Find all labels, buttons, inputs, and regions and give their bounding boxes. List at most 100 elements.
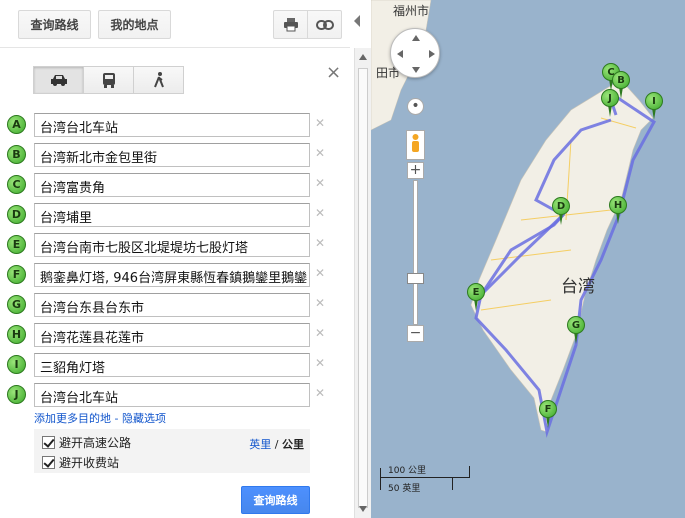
links-separator: - bbox=[111, 412, 122, 425]
waypoint-marker-icon: C bbox=[7, 175, 26, 194]
scale-mi-label: 50 英里 bbox=[388, 484, 421, 494]
waypoint-input[interactable]: 台湾富贵角 bbox=[34, 173, 310, 197]
map-pin-letter: H bbox=[609, 196, 627, 214]
remove-waypoint-icon[interactable]: ✕ bbox=[315, 236, 325, 250]
unit-selector: 英里 / 公里 bbox=[249, 436, 304, 452]
waypoint-input[interactable]: 台湾花莲县花莲市 bbox=[34, 323, 310, 347]
avoid-highways-checkbox[interactable] bbox=[42, 436, 55, 449]
scale-km-label: 100 公里 bbox=[388, 466, 427, 476]
waypoint-input[interactable]: 台湾台南市七股区北堤堤坊七股灯塔 bbox=[34, 233, 310, 257]
scale-bar: 100 公里 50 英里 bbox=[380, 460, 480, 494]
avoid-tolls-checkbox[interactable] bbox=[42, 456, 55, 469]
waypoint-marker-icon: F bbox=[7, 265, 26, 284]
pegman-icon[interactable] bbox=[406, 130, 425, 160]
waypoint-row: H 台湾花莲县花莲市 ✕ bbox=[7, 323, 327, 347]
travel-mode-selector bbox=[33, 66, 184, 94]
pegman-figure-icon bbox=[412, 134, 419, 152]
waypoint-input[interactable]: 鹅銮鼻灯塔, 946台湾屏東縣恆春鎮鵝鑾里鵝鑾 bbox=[34, 263, 310, 287]
avoid-highways-label: 避开高速公路 bbox=[59, 436, 132, 450]
remove-waypoint-icon[interactable]: ✕ bbox=[315, 176, 325, 190]
remove-waypoint-icon[interactable]: ✕ bbox=[315, 386, 325, 400]
map-label-taiwan: 台湾 bbox=[561, 277, 595, 297]
waypoint-row: C 台湾富贵角 ✕ bbox=[7, 173, 327, 197]
waypoint-row: J 台湾台北车站 ✕ bbox=[7, 383, 327, 407]
avoid-highways-option[interactable]: 避开高速公路 bbox=[42, 434, 131, 451]
zoom-in-button[interactable]: + bbox=[407, 162, 424, 179]
remove-waypoint-icon[interactable]: ✕ bbox=[315, 116, 325, 130]
toolbar-divider bbox=[0, 47, 350, 48]
map-pin-letter: F bbox=[539, 400, 557, 418]
pan-arrows-icon bbox=[397, 35, 435, 73]
scroll-down-icon[interactable] bbox=[359, 506, 367, 512]
map-pin-icon[interactable]: I bbox=[645, 92, 663, 120]
mode-walking-button[interactable] bbox=[133, 66, 184, 94]
car-icon bbox=[50, 75, 67, 86]
waypoint-input[interactable]: 台湾埔里 bbox=[34, 203, 310, 227]
scale-line bbox=[380, 477, 470, 478]
map-pin-icon[interactable]: J bbox=[601, 89, 619, 117]
link-button[interactable] bbox=[307, 10, 342, 39]
mode-driving-button[interactable] bbox=[33, 66, 84, 94]
waypoint-marker-icon: B bbox=[7, 145, 26, 164]
waypoint-row: D 台湾埔里 ✕ bbox=[7, 203, 327, 227]
waypoint-input[interactable]: 台湾台北车站 bbox=[34, 383, 310, 407]
route-options: 避开高速公路 避开收费站 英里 / 公里 bbox=[34, 429, 310, 473]
zoom-slider-thumb[interactable] bbox=[407, 273, 424, 284]
waypoint-input[interactable]: 台湾台东县台东市 bbox=[34, 293, 310, 317]
top-toolbar: 查询路线 我的地点 bbox=[0, 0, 350, 48]
zoom-out-button[interactable]: − bbox=[407, 325, 424, 342]
avoid-tolls-option[interactable]: 避开收费站 bbox=[42, 454, 119, 471]
waypoint-row: E 台湾台南市七股区北堤堤坊七股灯塔 ✕ bbox=[7, 233, 327, 257]
locate-icon[interactable]: • bbox=[407, 98, 424, 115]
waypoint-marker-icon: J bbox=[7, 385, 26, 404]
waypoint-row: A 台湾台北车站 ✕ bbox=[7, 113, 327, 137]
get-directions-button[interactable]: 查询路线 bbox=[241, 486, 310, 514]
remove-waypoint-icon[interactable]: ✕ bbox=[315, 356, 325, 370]
remove-waypoint-icon[interactable]: ✕ bbox=[315, 146, 325, 160]
print-icon bbox=[283, 17, 298, 31]
waypoint-marker-icon: H bbox=[7, 325, 26, 344]
map-pin-letter: D bbox=[552, 197, 570, 215]
unit-miles-link[interactable]: 英里 bbox=[249, 438, 271, 451]
map-pin-icon[interactable]: E bbox=[467, 283, 485, 311]
directions-button[interactable]: 查询路线 bbox=[18, 10, 91, 39]
print-button[interactable] bbox=[273, 10, 308, 39]
unit-separator: / bbox=[271, 438, 282, 451]
link-icon bbox=[315, 19, 334, 30]
add-destination-link[interactable]: 添加更多目的地 bbox=[34, 412, 111, 425]
panel-scrollbar[interactable] bbox=[354, 48, 371, 518]
waypoint-row: B 台湾新北市金包里街 ✕ bbox=[7, 143, 327, 167]
my-places-button[interactable]: 我的地点 bbox=[98, 10, 171, 39]
route-links: 添加更多目的地 - 隐藏选项 bbox=[34, 410, 166, 426]
remove-waypoint-icon[interactable]: ✕ bbox=[315, 296, 325, 310]
map-pin-icon[interactable]: H bbox=[609, 196, 627, 224]
waypoint-input[interactable]: 三貂角灯塔 bbox=[34, 353, 310, 377]
waypoint-input[interactable]: 台湾新北市金包里街 bbox=[34, 143, 310, 167]
scroll-thumb[interactable] bbox=[358, 68, 368, 508]
collapse-panel-icon[interactable] bbox=[352, 14, 362, 28]
map-pin-letter: G bbox=[567, 316, 585, 334]
waypoint-marker-icon: I bbox=[7, 355, 26, 374]
waypoint-input[interactable]: 台湾台北车站 bbox=[34, 113, 310, 137]
remove-waypoint-icon[interactable]: ✕ bbox=[315, 326, 325, 340]
map-label-fuzhou: 福州市 bbox=[393, 4, 430, 18]
hide-options-link[interactable]: 隐藏选项 bbox=[122, 412, 166, 425]
close-directions-icon[interactable]: × bbox=[326, 62, 341, 83]
waypoint-marker-icon: E bbox=[7, 235, 26, 254]
map-pin-letter: J bbox=[601, 89, 619, 107]
remove-waypoint-icon[interactable]: ✕ bbox=[315, 206, 325, 220]
scroll-up-icon[interactable] bbox=[359, 54, 367, 60]
waypoint-marker-icon: D bbox=[7, 205, 26, 224]
unit-km-label: 公里 bbox=[282, 438, 304, 451]
pan-control[interactable] bbox=[390, 28, 440, 78]
map-pin-icon[interactable]: D bbox=[552, 197, 570, 225]
zoom-slider-track[interactable] bbox=[413, 180, 418, 325]
waypoint-marker-icon: G bbox=[7, 295, 26, 314]
map-pin-icon[interactable]: G bbox=[567, 316, 585, 344]
map-pin-icon[interactable]: F bbox=[539, 400, 557, 428]
waypoint-row: I 三貂角灯塔 ✕ bbox=[7, 353, 327, 377]
remove-waypoint-icon[interactable]: ✕ bbox=[315, 266, 325, 280]
walking-icon bbox=[153, 72, 164, 88]
mode-transit-button[interactable] bbox=[83, 66, 134, 94]
scale-tick-km bbox=[469, 466, 470, 478]
